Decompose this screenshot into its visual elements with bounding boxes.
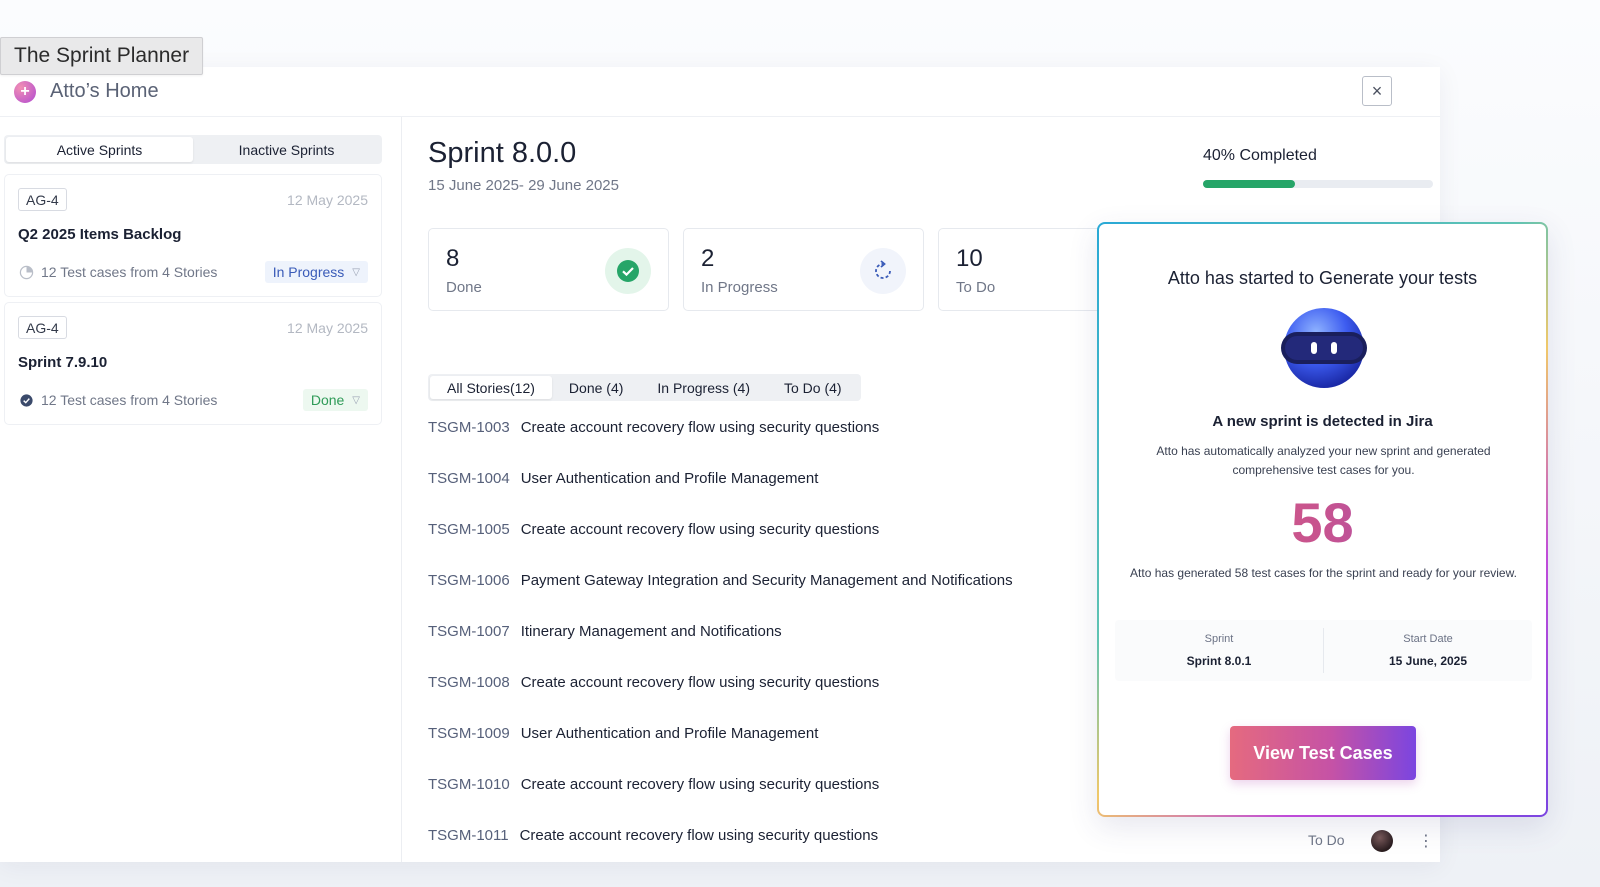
chevron-down-icon: ▽ (352, 266, 360, 278)
progress-label: 40% Completed (1203, 147, 1317, 164)
sprint-info-label: Sprint (1204, 633, 1234, 645)
start-date-value: 15 June, 2025 (1388, 654, 1468, 668)
progress-fill (1203, 180, 1295, 188)
story-row[interactable]: TSGM-1007 Itinerary Management and Notif… (428, 623, 782, 640)
story-key: TSGM-1005 (428, 521, 510, 538)
start-date-info: Start Date 15 June, 2025 (1324, 620, 1532, 681)
tab-done[interactable]: Done (4) (552, 376, 640, 399)
sprint-info-value: Sprint 8.0.1 (1186, 654, 1252, 668)
atto-logo-icon: + (14, 80, 36, 103)
story-key: TSGM-1003 (428, 419, 510, 436)
sprint-summary-text: 12 Test cases from 4 Stories (41, 264, 218, 280)
story-row[interactable]: TSGM-1008 Create account recovery flow u… (428, 674, 879, 691)
sprint-planner-tooltip: The Sprint Planner (0, 37, 204, 75)
sprint-summary: 12 Test cases from 4 Stories (19, 264, 217, 280)
progress-bar (1203, 180, 1433, 188)
story-row[interactable]: TSGM-1010 Create account recovery flow u… (428, 776, 879, 793)
count-description: Atto has generated 58 test cases for the… (1130, 566, 1517, 580)
sprint-name: Q2 2025 Items Backlog (18, 226, 182, 243)
story-title: User Authentication and Profile Manageme… (520, 470, 819, 487)
story-key: TSGM-1010 (428, 776, 510, 793)
progress-pie-icon (19, 265, 34, 280)
view-test-cases-button[interactable]: View Test Cases (1230, 726, 1416, 780)
tab-in-progress[interactable]: In Progress (4) (640, 376, 767, 399)
story-filter-tabs: All Stories(12) Done (4) In Progress (4)… (428, 374, 861, 401)
story-title: User Authentication and Profile Manageme… (520, 725, 819, 742)
story-key: TSGM-1011 (428, 827, 509, 844)
story-key: TSGM-1006 (428, 572, 510, 589)
stat-card-done: 8 Done (428, 228, 669, 311)
start-date-label: Start Date (1403, 633, 1453, 645)
refresh-icon (860, 248, 906, 294)
chevron-down-icon: ▽ (352, 394, 360, 406)
stat-label: In Progress (701, 279, 778, 296)
stat-label: To Do (956, 279, 996, 296)
sprint-info: Sprint Sprint 8.0.1 (1115, 620, 1323, 681)
window-header: + Atto’s Home × (0, 67, 1440, 117)
story-row[interactable]: TSGM-1006 Payment Gateway Integration an… (428, 572, 1013, 589)
tab-inactive-sprints[interactable]: Inactive Sprints (193, 137, 380, 162)
story-title: Payment Gateway Integration and Security… (520, 572, 1013, 589)
status-label: In Progress (272, 264, 345, 280)
story-row[interactable]: TSGM-1009 User Authentication and Profil… (428, 725, 818, 742)
story-title: Create account recovery flow using secur… (519, 827, 879, 844)
status-label: Done (310, 392, 345, 408)
sprint-summary-text: 12 Test cases from 4 Stories (41, 392, 218, 408)
sprint-key-badge: AG-4 (18, 188, 67, 211)
popup-heading: Atto has started to Generate your tests (1167, 268, 1478, 288)
tab-to-do[interactable]: To Do (4) (767, 376, 859, 399)
stat-label: Done (446, 279, 482, 296)
story-title: Create account recovery flow using secur… (520, 776, 880, 793)
sprint-sidebar: Active Sprints Inactive Sprints AG-4 12 … (0, 117, 402, 862)
popup-description: Atto has automatically analyzed your new… (1156, 444, 1491, 477)
popup-body: Atto has started to Generate your tests … (1099, 224, 1546, 815)
status-dropdown[interactable]: In Progress ▽ (264, 261, 368, 283)
sprint-dates: 15 June 2025- 29 June 2025 (428, 177, 619, 194)
sprint-card[interactable]: AG-4 12 May 2025 Sprint 7.9.10 12 Test c… (4, 302, 382, 425)
robot-mascot-icon (1277, 306, 1371, 390)
test-case-count: 58 (1099, 490, 1546, 555)
story-key: TSGM-1007 (428, 623, 510, 640)
stat-value: 10 (956, 245, 983, 272)
status-dropdown[interactable]: Done ▽ (302, 389, 368, 411)
sprint-card[interactable]: AG-4 12 May 2025 Q2 2025 Items Backlog 1… (4, 174, 382, 297)
story-row[interactable]: TSGM-1003 Create account recovery flow u… (428, 419, 879, 436)
story-title: Create account recovery flow using secur… (520, 419, 880, 436)
story-title: Create account recovery flow using secur… (520, 521, 880, 538)
sprint-status-toggle: Active Sprints Inactive Sprints (4, 135, 382, 164)
test-generation-popup: Atto has started to Generate your tests … (1097, 222, 1548, 817)
story-title: Itinerary Management and Notifications (520, 623, 782, 640)
tab-all-stories[interactable]: All Stories(12) (430, 376, 552, 399)
story-row[interactable]: TSGM-1005 Create account recovery flow u… (428, 521, 879, 538)
story-row[interactable]: TSGM-1011 Create account recovery flow u… (428, 827, 878, 844)
tab-active-sprints[interactable]: Active Sprints (6, 137, 193, 162)
popup-subheading: A new sprint is detected in Jira (1212, 413, 1433, 430)
story-title: Create account recovery flow using secur… (520, 674, 880, 691)
sprint-date: 12 May 2025 (287, 320, 368, 336)
stat-value: 8 (446, 245, 460, 272)
sprint-summary: 12 Test cases from 4 Stories (19, 392, 217, 408)
story-key: TSGM-1008 (428, 674, 510, 691)
window-title: Atto’s Home (50, 80, 159, 102)
story-key: TSGM-1004 (428, 470, 510, 487)
story-row[interactable]: TSGM-1004 User Authentication and Profil… (428, 470, 818, 487)
stat-card-in-progress: 2 In Progress (683, 228, 924, 311)
check-circle-icon (19, 393, 34, 408)
close-button[interactable]: × (1362, 76, 1392, 106)
sprint-name: Sprint 7.9.10 (18, 354, 108, 371)
sprint-title: Sprint 8.0.0 (428, 137, 577, 169)
sprint-key-badge: AG-4 (18, 316, 67, 339)
sprint-info-panel: Sprint Sprint 8.0.1 Start Date 15 June, … (1115, 620, 1532, 681)
check-circle-icon (605, 248, 651, 294)
stat-value: 2 (701, 245, 715, 272)
sprint-date: 12 May 2025 (287, 192, 368, 208)
story-key: TSGM-1009 (428, 725, 510, 742)
